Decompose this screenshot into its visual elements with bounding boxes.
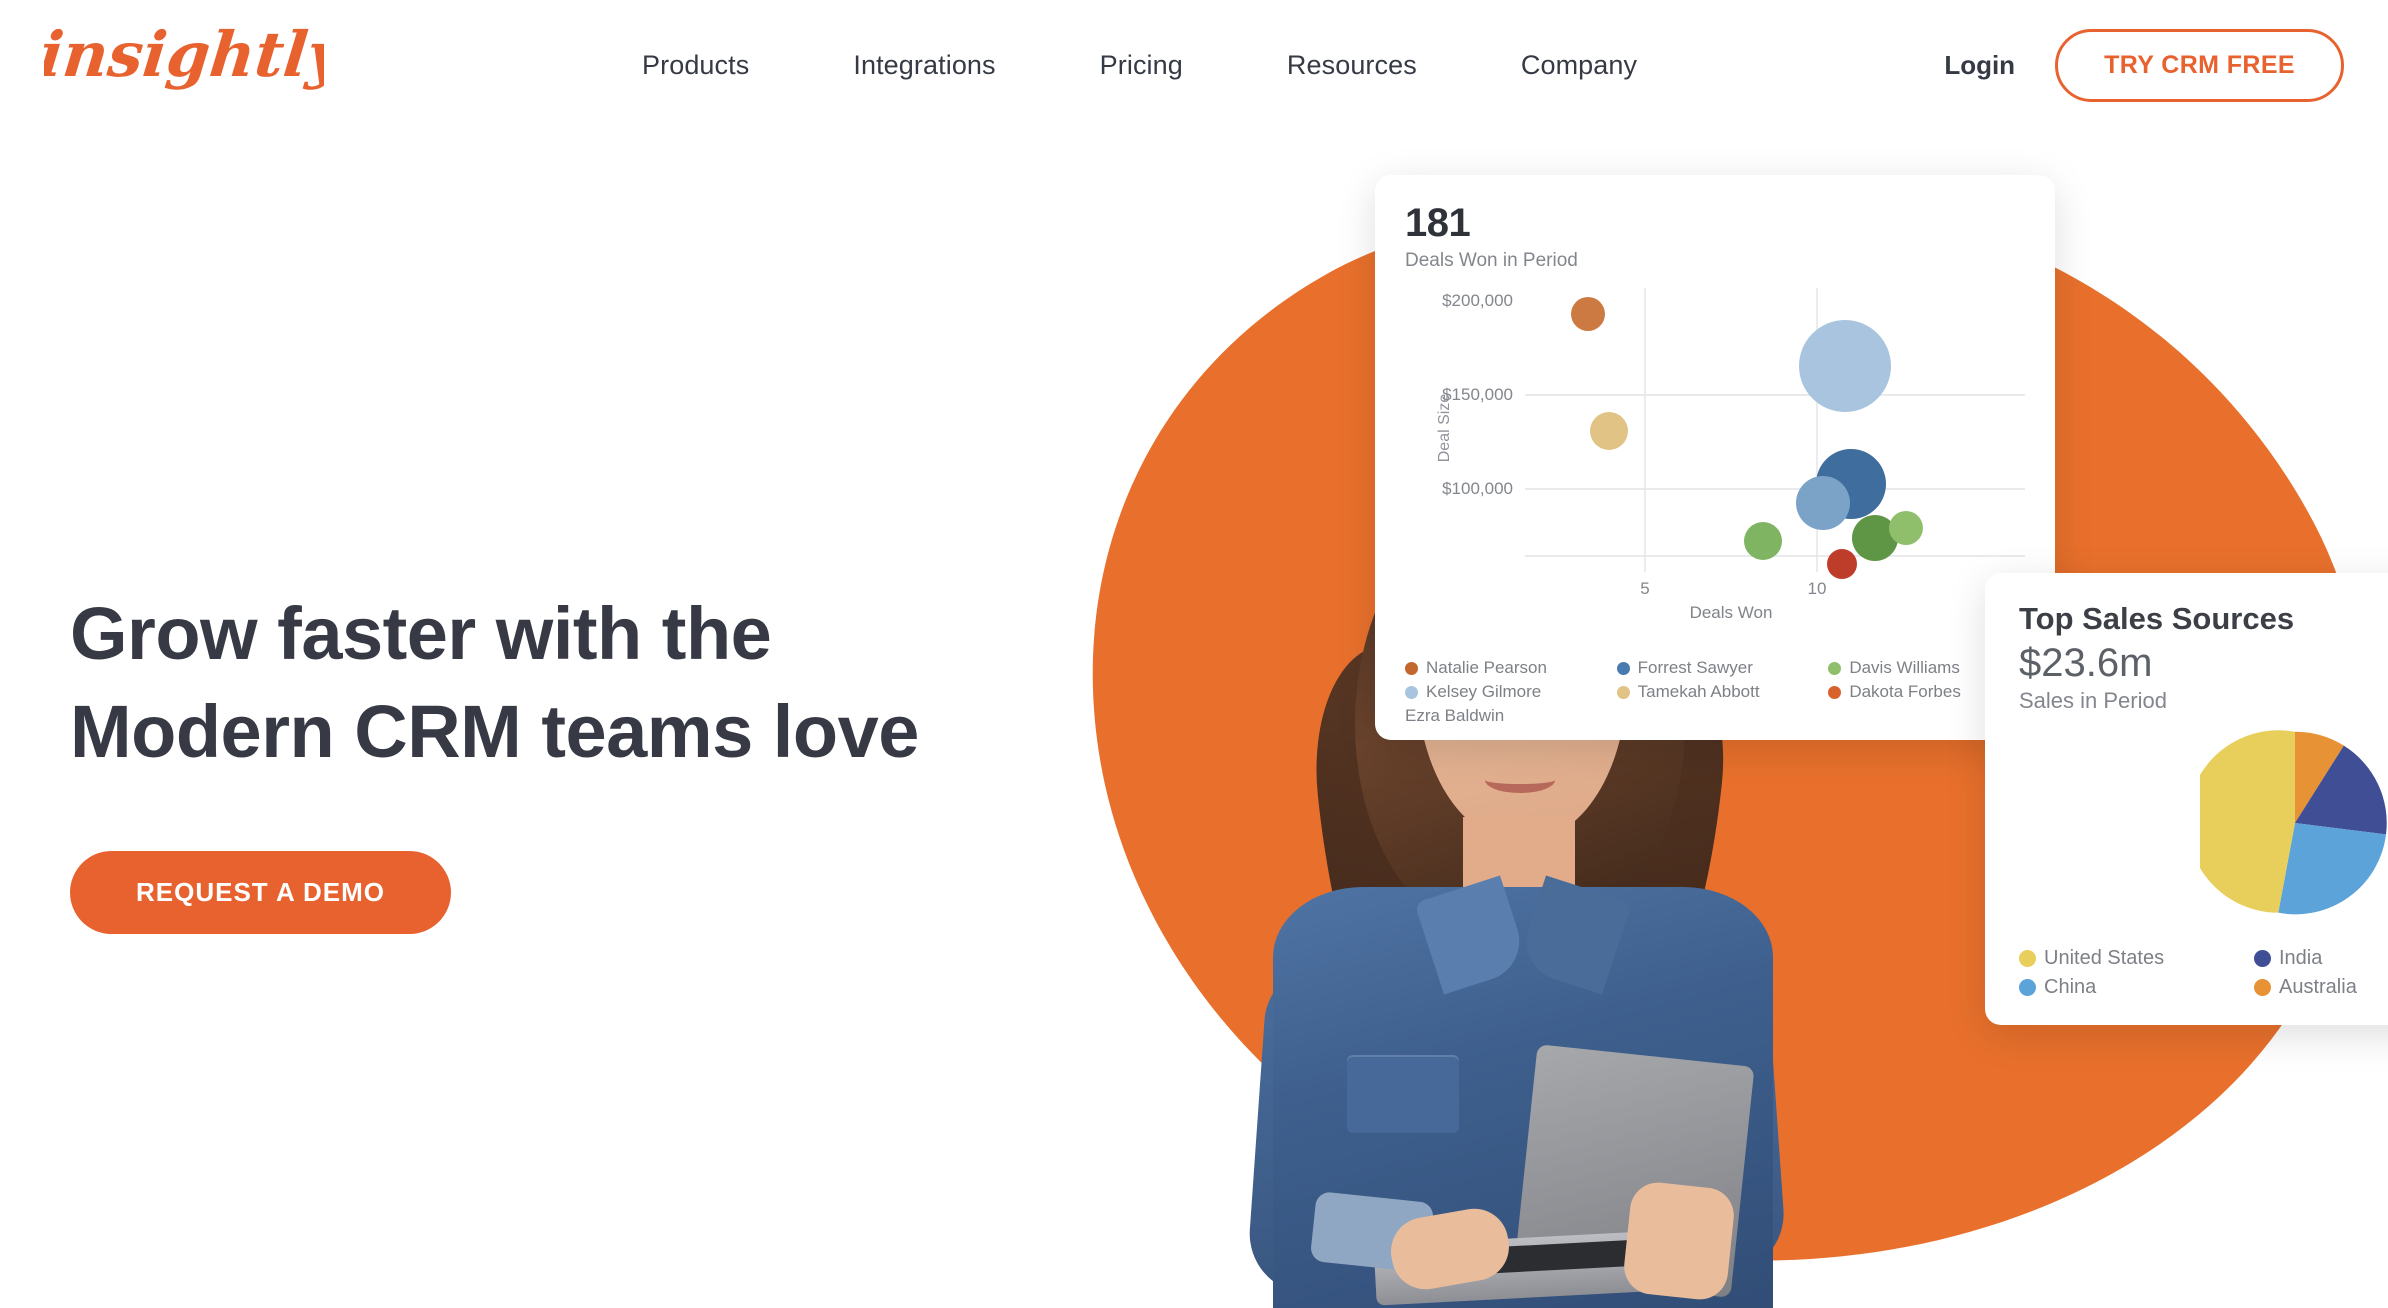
legend-label: Forrest Sawyer [1637,658,1753,677]
legend-item: Ezra Baldwin [1405,706,1607,726]
legend-label: China [2044,976,2097,998]
legend-item: Tamekah Abbott [1616,682,1819,702]
deals-won-card: 181 Deals Won in Period $200,000 $150,00… [1375,175,2055,740]
nav-item-company[interactable]: Company [1469,50,1689,81]
legend-item: United States [2019,947,2224,970]
nav-item-integrations[interactable]: Integrations [801,50,1047,81]
legend-label: Davis Williams [1849,658,1960,677]
nav-item-products[interactable]: Products [590,50,801,81]
legend-label: United States [2044,947,2165,969]
svg-text:$100,000: $100,000 [1442,479,1513,498]
top-sales-sources-title: Top Sales Sources [2019,601,2295,636]
sales-in-period-value: $23.6m [2019,641,2153,685]
legend-label: Ezra Baldwin [1405,706,1505,725]
legend-item: India [2254,947,2388,970]
legend-item: Forrest Sawyer [1616,658,1819,678]
legend-item: Natalie Pearson [1405,658,1607,678]
legend-color-dot [1616,661,1630,675]
svg-text:10: 10 [1808,579,1827,598]
legend-color-dot [1828,685,1842,699]
svg-text:Deal Size: Deal Size [1436,394,1453,463]
header-actions: Login TRY CRM FREE [1944,0,2344,130]
legend-color-dot [1828,661,1842,675]
svg-text:5: 5 [1640,579,1649,598]
bubble-chart: $200,000 $150,000 $100,000 Deal Size 5 1… [1405,288,2025,628]
legend-color-dot [1405,685,1418,699]
legend-label: Tamekah Abbott [1637,682,1760,701]
sales-in-period-label: Sales in Period [2019,688,2167,713]
pie-chart-legend: United States India China Australia [2019,947,2388,999]
nav-item-pricing[interactable]: Pricing [1048,50,1235,81]
legend-item: Australia [2254,976,2388,999]
insightly-logo[interactable]: insightly [44,14,324,100]
hero-copy: Grow faster with the Modern CRM teams lo… [70,585,1070,934]
legend-item: Kelsey Gilmore [1405,682,1607,702]
nav-item-resources[interactable]: Resources [1235,50,1469,81]
legend-color-dot [2254,979,2271,996]
request-a-demo-button[interactable]: REQUEST A DEMO [70,851,451,934]
svg-text:Deals Won: Deals Won [1690,603,1773,622]
pie-chart [2187,728,2388,918]
bubble-chart-legend: Natalie Pearson Forrest Sawyer Davis Wil… [1405,658,2030,726]
landing-page: insightly Products Integrations Pricing … [0,0,2388,1308]
legend-label: Australia [2279,976,2357,998]
main-nav: Products Integrations Pricing Resources … [590,0,1689,130]
legend-label: Dakota Forbes [1849,682,1961,701]
legend-color-dot [2019,979,2036,996]
legend-label: Kelsey Gilmore [1426,682,1542,701]
legend-item: China [2019,976,2224,999]
try-crm-free-button[interactable]: TRY CRM FREE [2055,28,2344,102]
legend-label: India [2279,947,2323,969]
site-header: insightly Products Integrations Pricing … [0,0,2388,130]
top-sales-sources-card: Top Sales Sources $23.6m Sales in Period [1985,573,2388,1025]
legend-color-dot [2254,950,2271,967]
login-link[interactable]: Login [1944,50,2015,81]
legend-color-dot [2019,950,2036,967]
svg-text:insightly: insightly [44,18,324,91]
svg-text:$200,000: $200,000 [1442,291,1513,310]
deals-won-kpi-value: 181 [1405,201,1471,245]
deals-won-kpi-label: Deals Won in Period [1405,250,1578,271]
legend-color-dot [1616,685,1630,699]
hero-visual: 181 Deals Won in Period $200,000 $150,00… [1060,175,2388,1308]
legend-color-dot [1405,661,1418,675]
legend-label: Natalie Pearson [1426,658,1547,677]
page-title: Grow faster with the Modern CRM teams lo… [70,592,919,773]
